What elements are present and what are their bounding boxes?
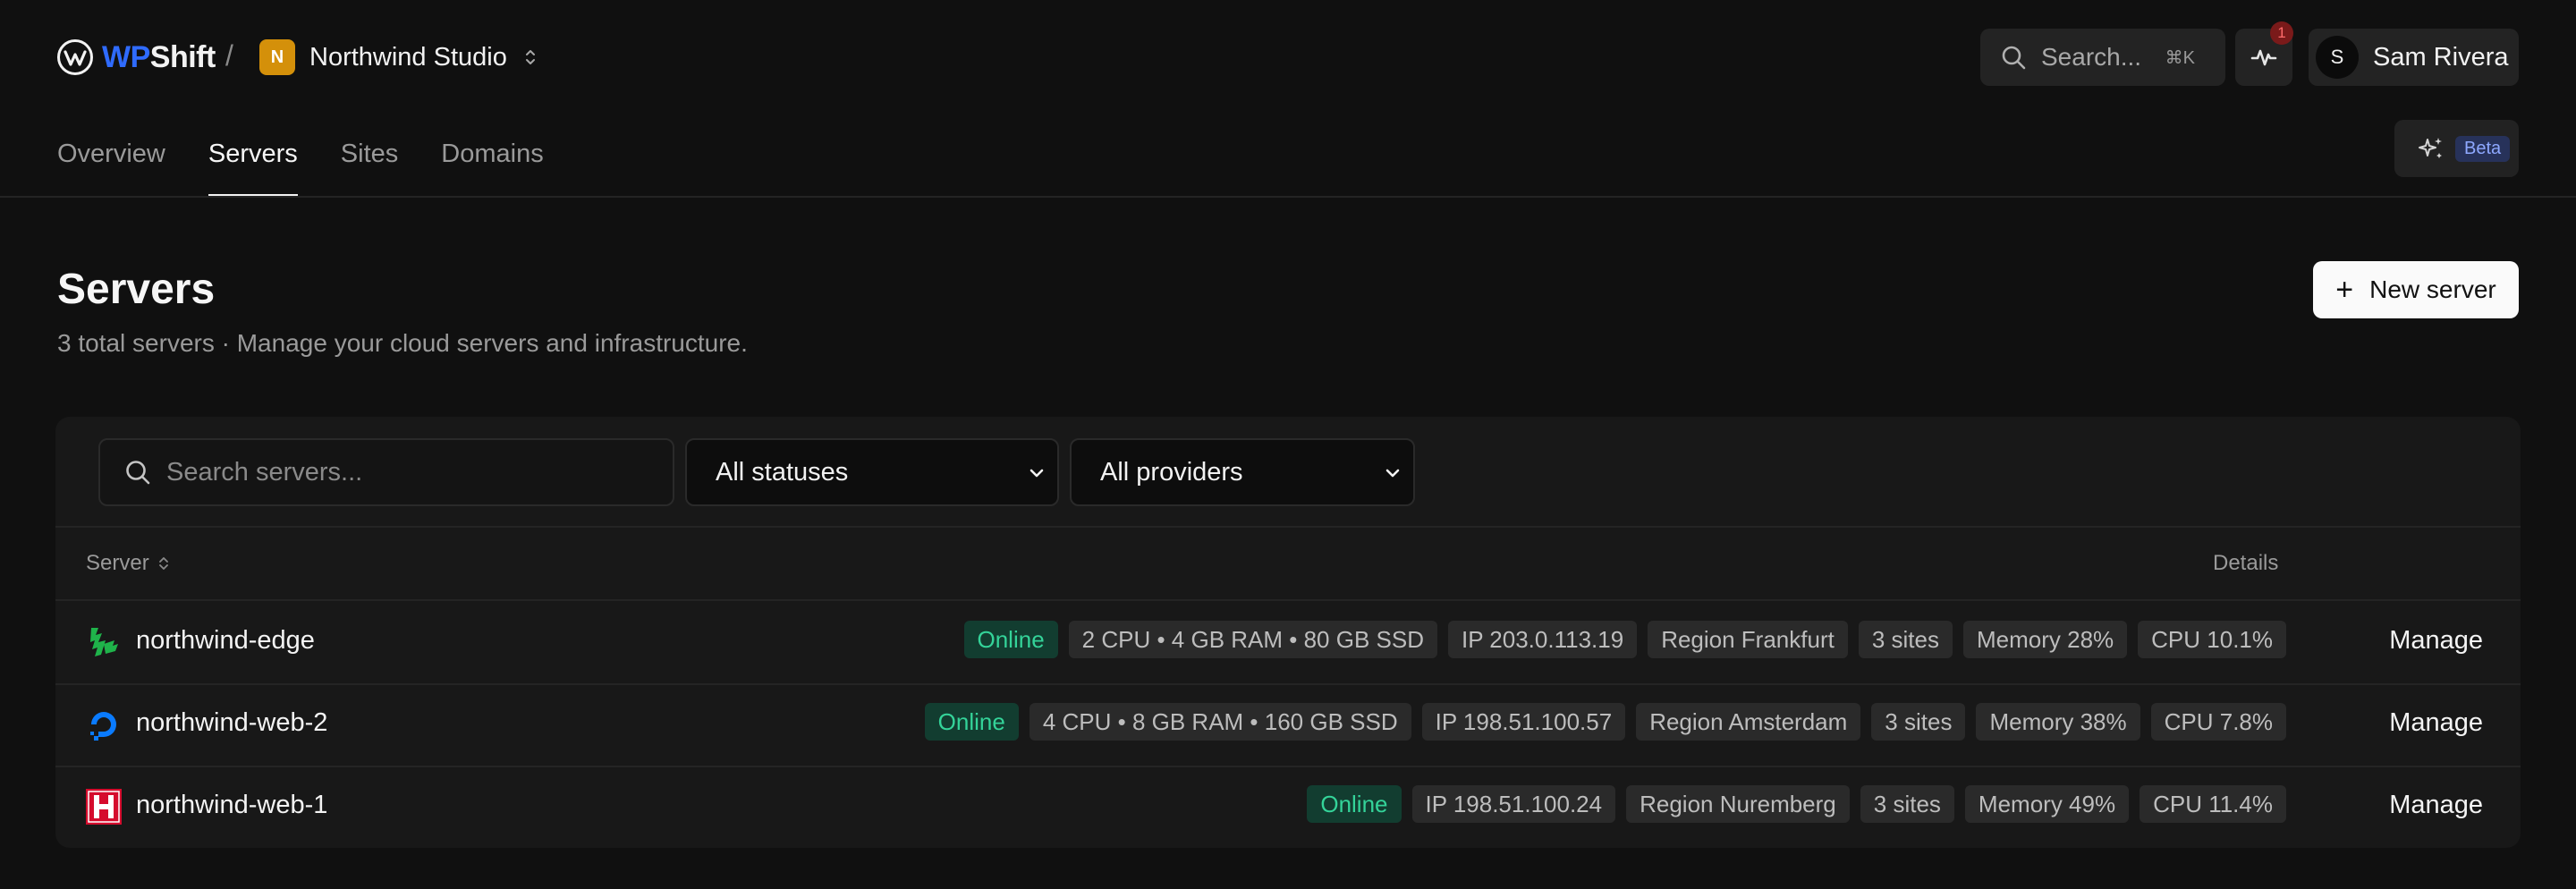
notification-badge: 1 <box>2270 21 2293 45</box>
search-icon <box>2000 43 2029 72</box>
ip-chip: IP 198.51.100.57 <box>1421 703 1626 741</box>
tab-domains[interactable]: Domains <box>441 134 543 197</box>
region-chip: Region Nuremberg <box>1626 785 1850 823</box>
manage-button[interactable]: Manage <box>2389 626 2483 656</box>
memory-chip: Memory 38% <box>1976 703 2140 741</box>
table-row[interactable]: northwind-web-1 Online IP 198.51.100.24 … <box>55 766 2521 848</box>
cpu-chip: CPU 7.8% <box>2150 703 2286 741</box>
ip-chip: IP 198.51.100.24 <box>1411 785 1616 823</box>
manage-button[interactable]: Manage <box>2389 791 2483 820</box>
provider-filter-value: All providers <box>1100 457 1243 487</box>
column-header-details: Details <box>2213 551 2279 575</box>
sparkles-icon <box>2418 135 2445 162</box>
status-badge: Online <box>963 621 1058 658</box>
servers-card: All statuses All providers Server Detail… <box>55 417 2521 848</box>
cpu-chip: CPU 11.4% <box>2140 785 2286 823</box>
memory-chip: Memory 28% <box>1963 621 2128 658</box>
tabs-divider <box>0 196 2576 198</box>
server-search-field[interactable] <box>98 438 674 506</box>
avatar: S <box>2316 36 2359 79</box>
activity-icon <box>2250 49 2277 66</box>
status-badge: Online <box>1307 785 1402 823</box>
tab-servers[interactable]: Servers <box>208 134 298 197</box>
plus-icon: + <box>2335 273 2354 307</box>
global-search-button[interactable]: Search... ⌘K <box>1980 29 2225 86</box>
chevron-down-icon <box>1030 469 1044 478</box>
ip-chip: IP 203.0.113.19 <box>1447 621 1638 658</box>
team-avatar: N <box>259 39 295 75</box>
nav-tabs: Overview Servers Sites Domains <box>57 134 587 197</box>
provider-filter-select[interactable]: All providers <box>1070 438 1415 506</box>
column-header-server-label: Server <box>86 551 149 575</box>
tab-overview[interactable]: Overview <box>57 134 165 197</box>
table-row[interactable]: northwind-web-2 Online 4 CPU • 8 GB RAM … <box>55 683 2521 766</box>
status-badge: Online <box>924 703 1019 741</box>
server-search-input[interactable] <box>166 457 667 487</box>
server-name[interactable]: northwind-edge <box>136 626 315 656</box>
new-server-button[interactable]: + New server <box>2313 261 2519 318</box>
ai-assistant-beta-button[interactable]: Beta <box>2394 120 2519 177</box>
search-icon <box>123 457 154 487</box>
manage-button[interactable]: Manage <box>2389 708 2483 738</box>
wordpress-icon <box>57 39 93 75</box>
digitalocean-icon <box>90 712 116 741</box>
beta-badge: Beta <box>2455 135 2511 162</box>
linode-icon <box>90 628 118 656</box>
global-search-label: Search... <box>2041 43 2142 71</box>
column-header-server[interactable]: Server <box>86 551 169 576</box>
tab-sites[interactable]: Sites <box>341 134 398 197</box>
brand-logo[interactable]: WPShift <box>57 38 216 77</box>
region-chip: Region Amsterdam <box>1636 703 1861 741</box>
chevron-up-down-icon <box>523 45 538 70</box>
server-name[interactable]: northwind-web-1 <box>136 791 327 820</box>
spec-chip: 2 CPU • 4 GB RAM • 80 GB SSD <box>1068 621 1437 658</box>
status-filter-value: All statuses <box>716 457 849 487</box>
brand-name-wp: WP <box>102 39 150 74</box>
memory-chip: Memory 49% <box>1964 785 2130 823</box>
sites-chip: 3 sites <box>1860 785 1954 823</box>
page-subtitle: 3 total servers · Manage your cloud serv… <box>57 329 748 357</box>
filters-divider <box>55 526 2521 528</box>
new-server-label: New server <box>2369 275 2496 303</box>
page-title: Servers <box>57 266 216 313</box>
status-filter-select[interactable]: All statuses <box>685 438 1059 506</box>
cpu-chip: CPU 10.1% <box>2138 621 2286 658</box>
search-shortcut-hint: ⌘K <box>2165 48 2195 68</box>
chevron-down-icon <box>1385 469 1400 478</box>
server-name[interactable]: northwind-web-2 <box>136 708 327 738</box>
sites-chip: 3 sites <box>1871 703 1966 741</box>
sites-chip: 3 sites <box>1858 621 1953 658</box>
server-details: Online IP 198.51.100.24 Region Nuremberg… <box>1307 785 2286 823</box>
brand-name: WPShift <box>102 40 216 75</box>
table-row[interactable]: northwind-edge Online 2 CPU • 4 GB RAM •… <box>55 601 2521 683</box>
hetzner-icon <box>86 789 122 825</box>
server-details: Online 2 CPU • 4 GB RAM • 80 GB SSD IP 2… <box>963 621 2286 658</box>
sort-icon <box>158 557 168 570</box>
spec-chip: 4 CPU • 8 GB RAM • 160 GB SSD <box>1029 703 1411 741</box>
server-details: Online 4 CPU • 8 GB RAM • 160 GB SSD IP … <box>924 703 2286 741</box>
region-chip: Region Frankfurt <box>1648 621 1848 658</box>
team-switcher[interactable]: N Northwind Studio <box>259 39 538 75</box>
user-menu-button[interactable]: S Sam Rivera <box>2309 29 2519 86</box>
team-name: Northwind Studio <box>309 42 507 72</box>
top-bar: WPShift / N Northwind Studio Search... ⌘… <box>0 0 2576 114</box>
user-name: Sam Rivera <box>2373 42 2509 72</box>
brand-name-shift: Shift <box>149 39 216 74</box>
breadcrumb-separator: / <box>225 39 233 72</box>
